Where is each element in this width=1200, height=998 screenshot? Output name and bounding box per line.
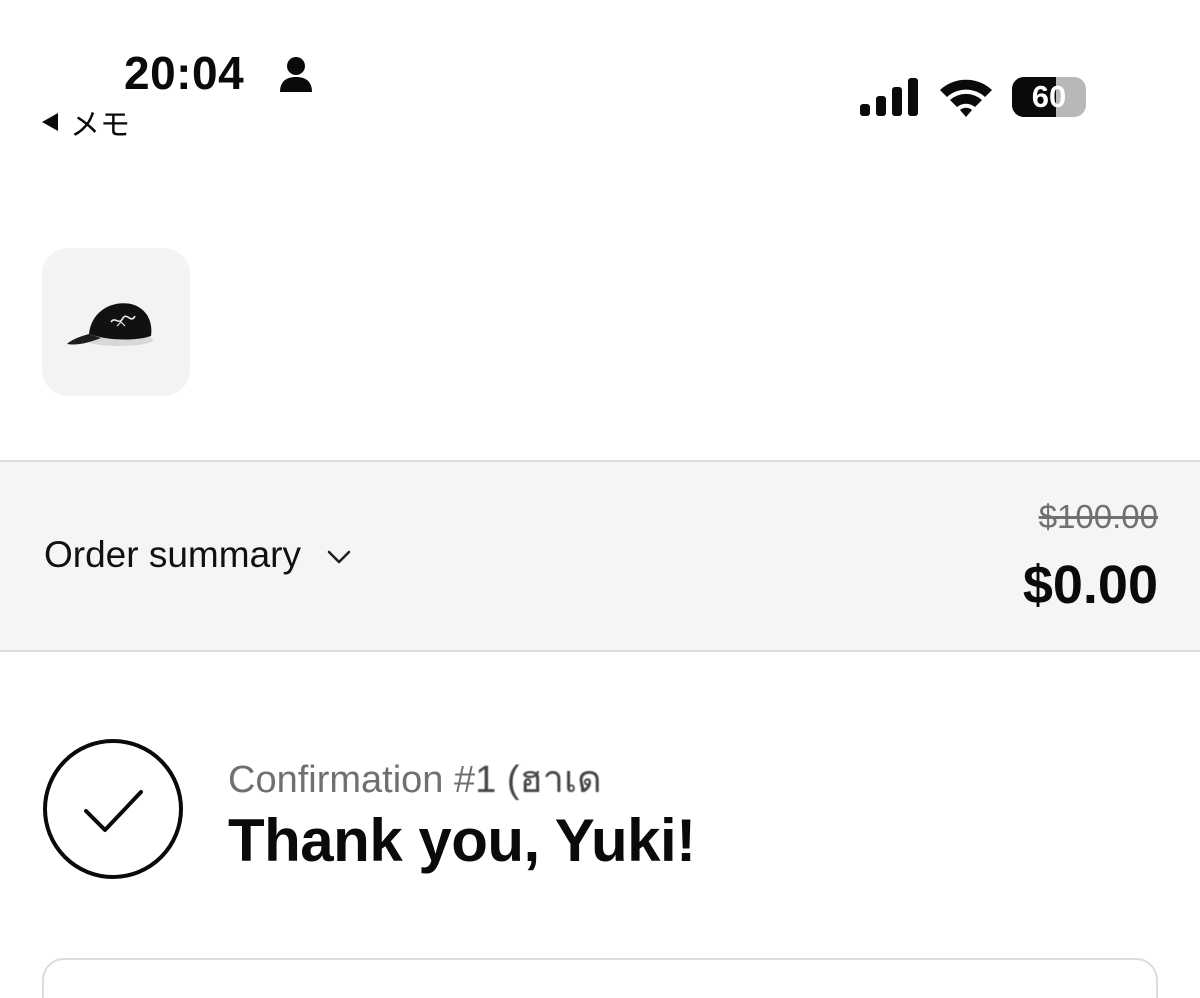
order-details-card	[42, 958, 1158, 998]
back-arrow-icon	[42, 113, 58, 131]
chevron-down-icon	[327, 550, 351, 564]
wifi-icon	[940, 79, 992, 117]
person-icon	[280, 57, 312, 92]
battery-indicator: 60	[1012, 77, 1088, 117]
cellular-signal-icon	[860, 78, 918, 116]
order-summary-label: Order summary	[44, 534, 301, 575]
product-thumbnail[interactable]	[42, 248, 190, 396]
confirmation-number: Confirmation #1 (ฮาเด	[228, 748, 602, 809]
check-circle-icon	[43, 739, 183, 879]
back-app-label: メモ	[70, 109, 130, 142]
confirmation-prefix: Confirmation #	[228, 759, 476, 801]
confirmation-number-value: 1 (ฮาเด	[475, 759, 602, 801]
status-time: 20:04	[124, 47, 245, 99]
order-total: $0.00	[1022, 555, 1158, 615]
cap-icon	[67, 303, 153, 346]
battery-shell: 60	[1012, 77, 1086, 117]
order-summary-bar[interactable]: Order summary $100.00 $0.00	[0, 460, 1200, 652]
back-to-app-button[interactable]: メモ	[38, 100, 130, 144]
order-summary-toggle[interactable]: Order summary	[44, 534, 353, 576]
battery-level: 60	[1031, 79, 1067, 114]
checkout-confirmation-page: 20:04 メモ 60 Order summary $100.00 $0.00 …	[0, 0, 1200, 998]
thank-you-heading: Thank you, Yuki!	[228, 807, 696, 874]
original-price: $100.00	[1038, 498, 1158, 535]
